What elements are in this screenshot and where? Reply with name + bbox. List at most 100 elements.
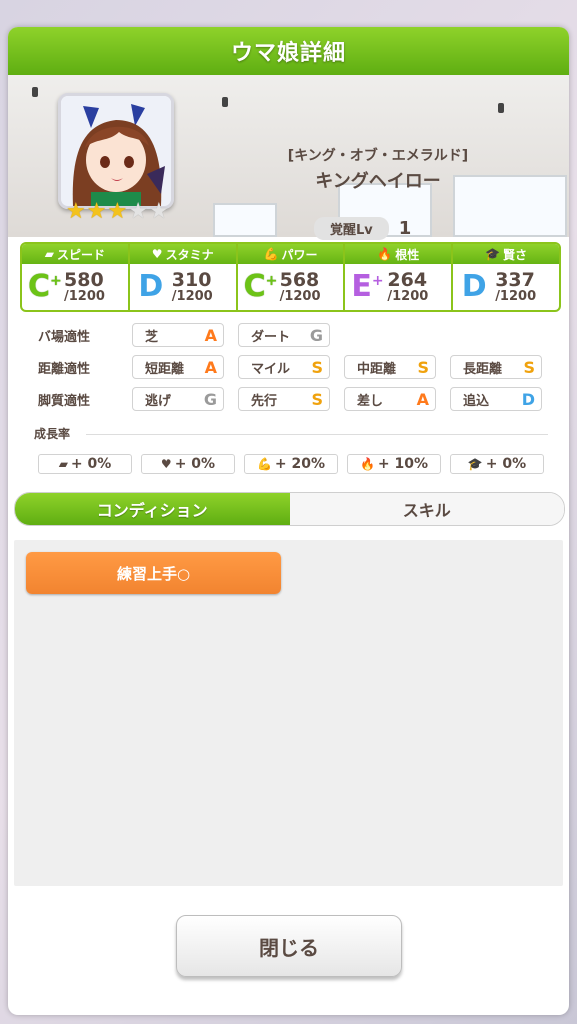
tab-skill[interactable]: スキル <box>289 493 564 525</box>
grade-plus-icon: + <box>50 273 62 289</box>
star-empty-icon: ★ <box>148 199 169 224</box>
stat-wisdom: 🎓 賢さ D 337/1200 <box>453 244 559 310</box>
stat-guts: 🔥 根性 E+ 264/1200 <box>345 244 454 310</box>
distance-aptitude-row: 距離適性 短距離 A マイル S 中距離 S 長距離 S <box>38 355 556 379</box>
grade-plus-icon: + <box>371 273 384 289</box>
growth-rate-row: ▰ + 0% ♥ + 0% 💪 + 20% 🔥 + 10% 🎓 + 0% <box>38 454 544 474</box>
character-portrait[interactable] <box>58 93 174 209</box>
stat-grade: E+ <box>351 269 384 304</box>
stat-max: /1200 <box>64 288 105 304</box>
star-rating: ★ ★ ★ ★ ★ <box>66 199 169 224</box>
awakening-label: 覚醒Lv <box>314 217 389 240</box>
aptitude-grade: S <box>523 357 535 377</box>
aptitude-grade: G <box>203 389 217 409</box>
character-hero: ★ ★ ★ ★ ★ [キング・オブ・エメラルド] キングヘイロー 覚醒Lv 1 <box>8 75 569 240</box>
aptitude-cell: 追込 D <box>450 387 542 411</box>
stat-max: /1200 <box>171 288 213 304</box>
aptitude-grade: G <box>309 325 323 345</box>
stat-label: 根性 <box>395 247 420 262</box>
aptitude-cell: 短距離 A <box>132 355 224 379</box>
stat-value: 264 <box>387 268 428 291</box>
dialog-header: ウマ娘詳細 <box>8 27 569 75</box>
growth-cell: 💪 + 20% <box>244 454 338 474</box>
awakening-level: 覚醒Lv 1 <box>314 217 411 240</box>
aptitude-grade: S <box>311 389 323 409</box>
stats-panel: ▰ スピード C+ 580/1200 ♥ スタミナ D 310/1200 💪 パワー … <box>20 242 561 312</box>
aptitude-cell: 芝A <box>132 323 224 347</box>
stat-power: 💪 パワー C+ 568/1200 <box>237 244 346 310</box>
muscle-icon: 💪 <box>263 247 279 261</box>
aptitude-label: 脚質適性 <box>38 393 91 409</box>
ceiling-lamp <box>32 87 38 97</box>
dialog-title: ウマ娘詳細 <box>230 41 346 66</box>
condition-badge[interactable]: 練習上手○ <box>26 552 281 594</box>
aptitude-cell: 中距離 S <box>344 355 436 379</box>
character-portrait-image <box>61 96 171 206</box>
stat-value: 310 <box>171 268 212 291</box>
stat-max: /1200 <box>387 288 429 304</box>
awakening-value: 1 <box>398 218 412 239</box>
flame-icon: 🔥 <box>377 247 393 261</box>
stat-grade: D <box>138 269 164 304</box>
stat-max: /1200 <box>279 288 321 304</box>
growth-cell: ♥ + 0% <box>141 454 235 474</box>
stat-header: 🔥 根性 <box>345 244 452 264</box>
stat-header: 💪 パワー <box>237 244 344 264</box>
character-epithet: [キング・オブ・エメラルド] <box>287 148 469 164</box>
stat-grade: C+ <box>28 269 62 304</box>
style-aptitude-row: 脚質適性 逃げ G 先行 S 差し A 追込 D <box>38 387 556 411</box>
aptitude-grade: A <box>204 325 217 345</box>
star-filled-icon: ★ <box>66 199 86 224</box>
aptitude-cell: 長距離 S <box>450 355 542 379</box>
aptitude-cell: 逃げ G <box>132 387 224 411</box>
stat-grade: D <box>461 269 487 304</box>
stat-speed: ▰ スピード C+ 580/1200 <box>22 244 130 310</box>
heart-icon: ♥ <box>151 247 163 261</box>
aptitude-label: バ場適性 <box>38 329 91 345</box>
stat-label: パワー <box>281 247 318 262</box>
aptitude-cell: 差し A <box>344 387 436 411</box>
shoe-icon: ▰ <box>58 457 68 471</box>
stat-label: スタミナ <box>165 247 214 262</box>
stat-label: 賢さ <box>503 247 528 262</box>
detail-dialog: ウマ娘詳細 ★ ★ ★ ★ ★ [キング・オブ・エメラルド] キングヘイロー 覚… <box>8 27 569 1015</box>
character-name-block: [キング・オブ・エメラルド] キングヘイロー <box>278 145 478 193</box>
tab-condition[interactable]: コンディション <box>15 493 290 525</box>
star-empty-icon: ★ <box>128 199 148 224</box>
stat-label: スピード <box>57 247 106 262</box>
aptitude-grade: A <box>416 389 429 409</box>
grade-plus-icon: + <box>265 273 278 289</box>
graduation-cap-icon: 🎓 <box>485 247 501 261</box>
detail-tabs: コンディション スキル <box>14 492 565 526</box>
stat-header: 🎓 賢さ <box>453 244 559 264</box>
stat-max: /1200 <box>495 288 537 304</box>
aptitude-label: 距離適性 <box>38 361 91 377</box>
divider <box>86 434 548 435</box>
character-name: キングヘイロー <box>315 171 441 192</box>
ceiling-lamp <box>222 97 228 107</box>
aptitude-grade: S <box>311 357 323 377</box>
aptitude-cell: 先行 S <box>238 387 330 411</box>
stat-stamina: ♥ スタミナ D 310/1200 <box>129 244 238 310</box>
star-filled-icon: ★ <box>86 199 107 224</box>
stat-value: 568 <box>279 268 320 291</box>
stat-header: ▰ スピード <box>22 244 128 264</box>
aptitude-grade: A <box>204 357 217 377</box>
aptitude-cell: ダート G <box>238 323 330 347</box>
stat-header: ♥ スタミナ <box>129 244 236 264</box>
stat-value: 337 <box>495 268 535 291</box>
heart-icon: ♥ <box>160 457 172 471</box>
ceiling-lamp <box>498 103 504 113</box>
graduation-cap-icon: 🎓 <box>467 457 483 471</box>
condition-panel: 練習上手○ <box>14 540 563 886</box>
growth-cell: 🎓 + 0% <box>450 454 544 474</box>
close-button[interactable]: 閉じる <box>176 915 402 977</box>
growth-cell: ▰ + 0% <box>38 454 132 474</box>
muscle-icon: 💪 <box>256 457 272 471</box>
aptitude-grade: D <box>521 389 535 409</box>
growth-cell: 🔥 + 10% <box>347 454 441 474</box>
aptitude-grade: S <box>417 357 429 377</box>
growth-rate-label: 成長率 <box>34 427 71 441</box>
flame-icon: 🔥 <box>359 457 375 471</box>
stat-value: 580 <box>64 268 104 291</box>
